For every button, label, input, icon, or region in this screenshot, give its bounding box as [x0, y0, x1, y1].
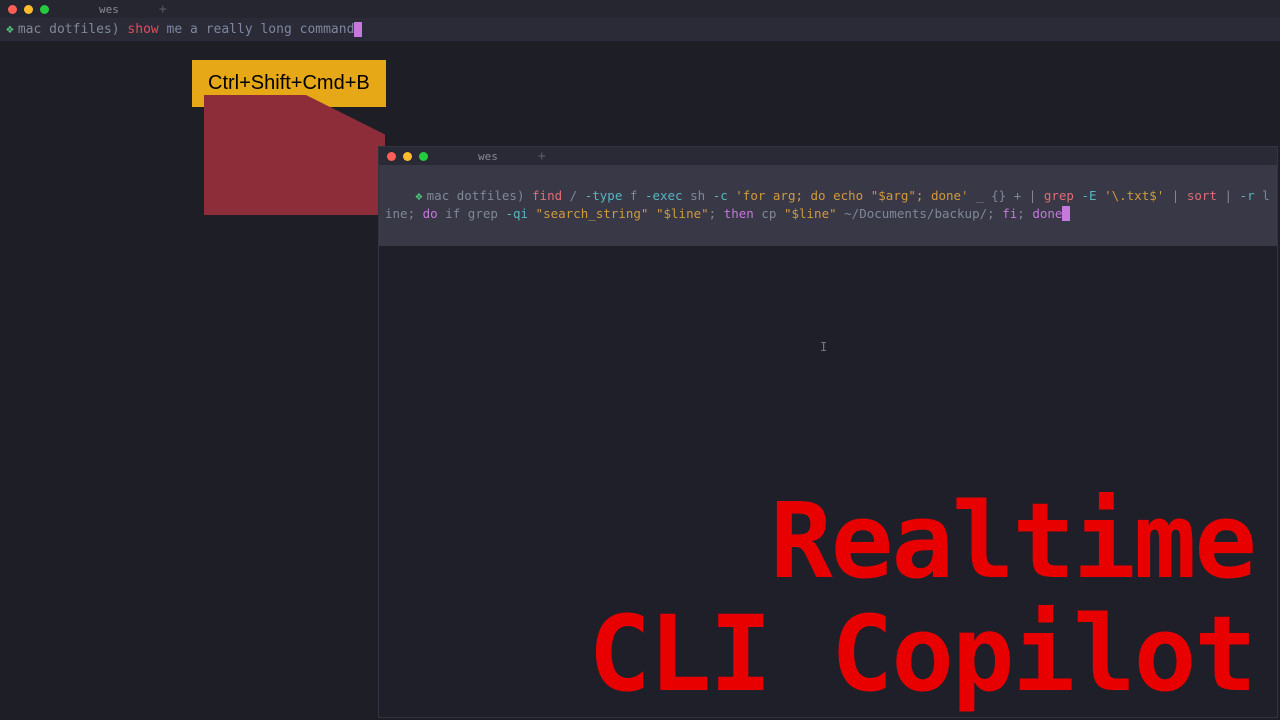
- cmd-token: ;: [709, 206, 724, 221]
- cmd-token: '\.txt$': [1097, 188, 1165, 203]
- cursor-icon: [1062, 206, 1070, 221]
- cmd-token: done: [1032, 206, 1062, 221]
- outer-titlebar: wes +: [0, 0, 1280, 18]
- title-line-2: CLI Copilot: [588, 593, 1255, 715]
- cmd-rest: me a really long command: [159, 22, 355, 37]
- inner-titlebar: wes +: [379, 147, 1277, 165]
- prompt-paren: ): [112, 22, 128, 37]
- prompt-dir: dotfiles: [457, 188, 517, 203]
- cmd-token: -type: [585, 188, 623, 203]
- cmd-token: "$line": [648, 206, 708, 221]
- video-title-overlay: Realtime CLI Copilot: [588, 485, 1255, 710]
- outer-prompt-line[interactable]: ❖ mac dotfiles ) show me a really long c…: [0, 18, 1280, 41]
- cmd-token: sort: [1187, 188, 1217, 203]
- cmd-token: ~/Documents/backup/;: [837, 206, 1003, 221]
- minimize-icon[interactable]: [403, 152, 412, 161]
- cmd-token: -E: [1081, 188, 1096, 203]
- cmd-token: "$line": [784, 206, 837, 221]
- cmd-token: -exec: [645, 188, 683, 203]
- prompt-dir: dotfiles: [49, 22, 112, 37]
- text-cursor-icon: I: [820, 340, 822, 354]
- cmd-token: |: [1164, 188, 1187, 203]
- keyboard-shortcut-badge: Ctrl+Shift+Cmd+B: [192, 60, 386, 107]
- prompt-icon: ❖: [6, 22, 14, 37]
- cmd-token: cp: [754, 206, 784, 221]
- shortcut-label: Ctrl+Shift+Cmd+B: [208, 72, 370, 94]
- cmd-token: /: [562, 188, 585, 203]
- cmd-token: -r: [1240, 188, 1255, 203]
- prompt-sep: [41, 22, 49, 37]
- maximize-icon[interactable]: [419, 152, 428, 161]
- cmd-token: grep: [1044, 188, 1074, 203]
- minimize-icon[interactable]: [24, 5, 33, 14]
- cmd-token: -c: [713, 188, 728, 203]
- new-tab-icon[interactable]: +: [538, 149, 546, 164]
- cmd-token: find: [532, 188, 562, 203]
- cmd-token: ;: [1017, 206, 1032, 221]
- cmd-head: show: [127, 22, 158, 37]
- cmd-token: do: [423, 206, 438, 221]
- cursor-icon: [354, 22, 362, 37]
- new-tab-icon[interactable]: +: [159, 2, 167, 17]
- inner-tab-title[interactable]: wes: [478, 150, 498, 163]
- close-icon[interactable]: [8, 5, 17, 14]
- cmd-token: _ {} + |: [969, 188, 1044, 203]
- cmd-token: if grep: [438, 206, 506, 221]
- prompt-icon: ❖: [415, 188, 423, 203]
- outer-tab-title[interactable]: wes: [99, 3, 119, 16]
- prompt-host: mac: [427, 188, 450, 203]
- close-icon[interactable]: [387, 152, 396, 161]
- cmd-token: sh: [683, 188, 713, 203]
- inner-prompt-line[interactable]: ❖mac dotfiles) find / -type f -exec sh -…: [379, 165, 1277, 246]
- title-line-1: Realtime: [770, 480, 1255, 602]
- cmd-token: |: [1217, 188, 1240, 203]
- cmd-token: 'for arg; do echo "$arg"; done': [728, 188, 969, 203]
- maximize-icon[interactable]: [40, 5, 49, 14]
- cmd-token: fi: [1002, 206, 1017, 221]
- cmd-token: -qi: [505, 206, 528, 221]
- traffic-lights: [8, 5, 49, 14]
- traffic-lights: [387, 152, 428, 161]
- cmd-token: "search_string": [528, 206, 648, 221]
- prompt-host: mac: [18, 22, 41, 37]
- cmd-token: then: [724, 206, 754, 221]
- cmd-token: f: [622, 188, 645, 203]
